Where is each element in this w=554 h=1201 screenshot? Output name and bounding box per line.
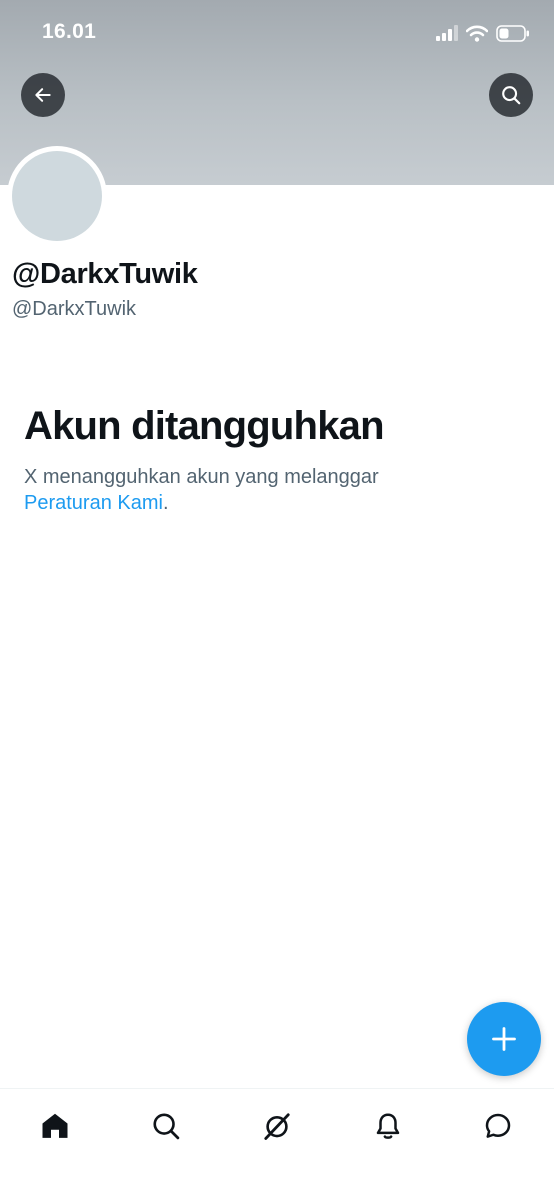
search-icon	[153, 1113, 180, 1140]
status-bar: 16.01	[0, 0, 554, 66]
home-icon	[42, 1113, 68, 1138]
message-icon	[485, 1113, 511, 1138]
compose-button[interactable]	[467, 1002, 541, 1076]
status-time: 16.01	[42, 20, 97, 43]
suspension-trailing: .	[162, 492, 169, 514]
signal-icon	[436, 25, 458, 41]
search-button[interactable]	[489, 73, 533, 117]
status-icons	[436, 22, 530, 44]
plus-icon	[492, 1027, 516, 1051]
avatar-placeholder	[12, 151, 102, 241]
handle: @DarkxTuwik	[12, 298, 137, 320]
suspension-message-text: X menangguhkan akun yang melanggar	[24, 466, 379, 488]
nav-notifications[interactable]	[368, 1106, 408, 1146]
arrow-left-icon	[35, 88, 51, 102]
nav-search[interactable]	[146, 1106, 186, 1146]
battery-icon	[496, 24, 529, 42]
bottom-nav	[0, 1088, 554, 1201]
rules-link[interactable]: Peraturan Kami	[24, 492, 163, 514]
back-button[interactable]	[21, 73, 65, 117]
suspension-message: X menangguhkan akun yang melanggar Perat…	[24, 464, 524, 516]
wifi-icon	[466, 25, 488, 42]
search-icon	[502, 86, 521, 105]
nav-messages[interactable]	[478, 1106, 518, 1146]
avatar[interactable]	[7, 146, 107, 246]
display-name: @DarkxTuwik	[12, 258, 198, 290]
suspension-title: Akun ditangguhkan	[24, 404, 385, 448]
grok-icon	[264, 1113, 290, 1140]
nav-home[interactable]	[35, 1106, 75, 1146]
bell-icon	[376, 1113, 400, 1139]
nav-grok[interactable]	[257, 1106, 297, 1146]
